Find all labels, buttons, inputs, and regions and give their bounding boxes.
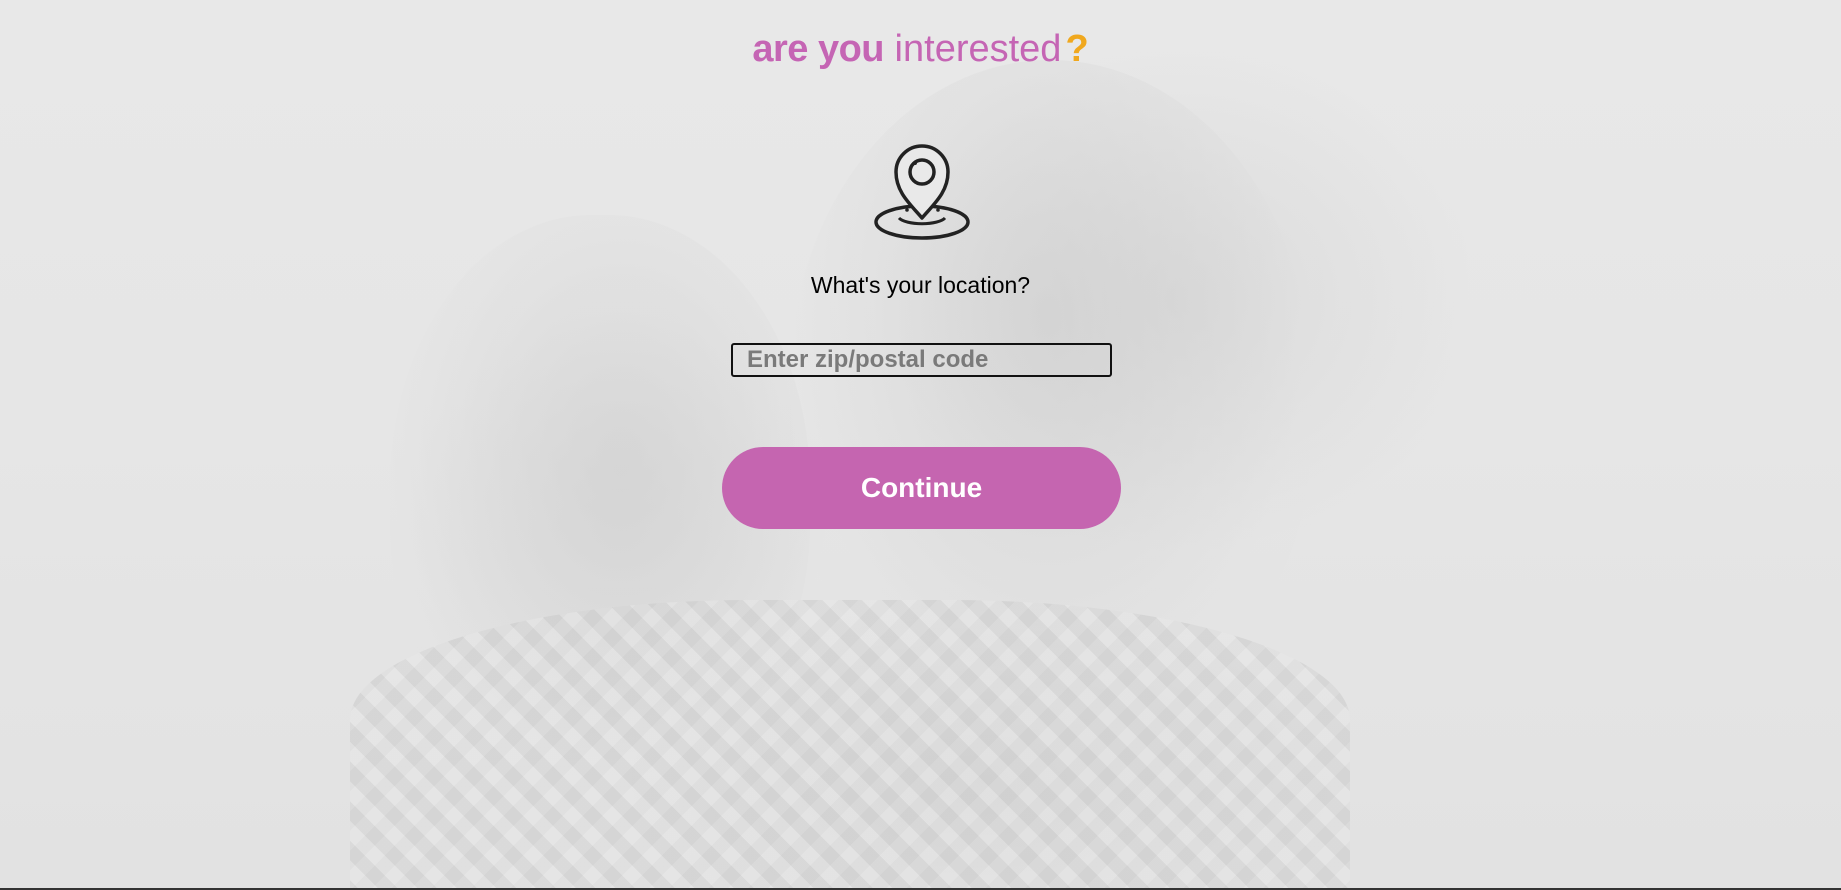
signup-step: are you interested? What's your location… [0, 0, 1841, 890]
zip-code-input[interactable] [731, 343, 1112, 377]
location-question: What's your location? [810, 272, 1031, 298]
logo-heart-icon: ? [1065, 28, 1089, 70]
page: are you interested? What's your location… [0, 0, 1841, 890]
brand-logo: are you interested? [0, 24, 1841, 74]
continue-button[interactable]: Continue [722, 447, 1121, 529]
logo-text-light: interested [884, 28, 1062, 70]
location-pin-icon [874, 144, 970, 240]
logo-text-bold: are you [752, 28, 884, 70]
